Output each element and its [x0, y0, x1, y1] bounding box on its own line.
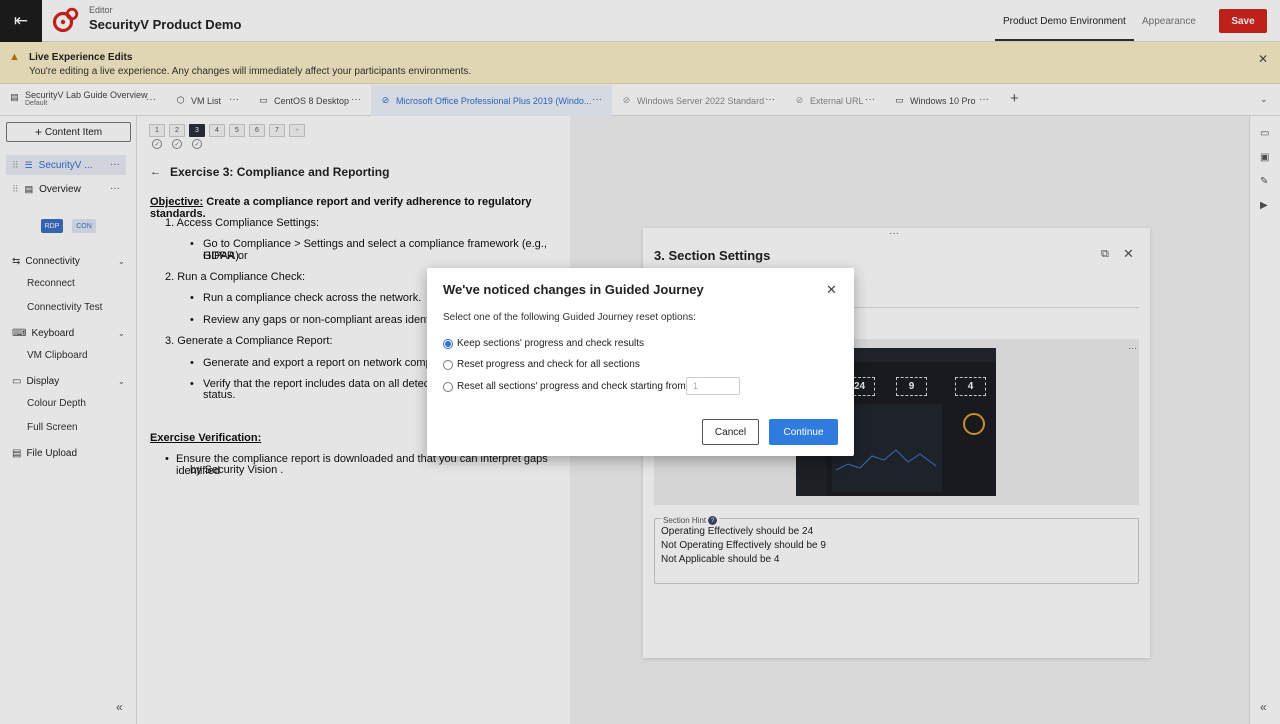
option-label: Keep sections' progress and check result…	[457, 338, 645, 349]
option-label: Reset progress and check for all section…	[457, 359, 640, 370]
cancel-button[interactable]: Cancel	[702, 419, 759, 445]
option-reset-from[interactable]: Reset all sections' progress and check s…	[443, 381, 688, 392]
reset-options-dialog: We've noticed changes in Guided Journey …	[427, 268, 854, 456]
option-keep-progress[interactable]: Keep sections' progress and check result…	[443, 338, 644, 349]
dialog-subtitle: Select one of the following Guided Journ…	[443, 312, 696, 323]
start-section-input[interactable]	[686, 377, 740, 395]
dialog-title: We've noticed changes in Guided Journey	[443, 282, 704, 297]
radio-selected-icon[interactable]	[443, 338, 453, 349]
close-icon[interactable]: ✕	[826, 282, 837, 298]
radio-icon[interactable]	[443, 381, 453, 392]
continue-button[interactable]: Continue	[769, 419, 838, 445]
radio-icon[interactable]	[443, 359, 453, 370]
option-label: Reset all sections' progress and check s…	[457, 381, 689, 392]
option-reset-all[interactable]: Reset progress and check for all section…	[443, 359, 640, 370]
